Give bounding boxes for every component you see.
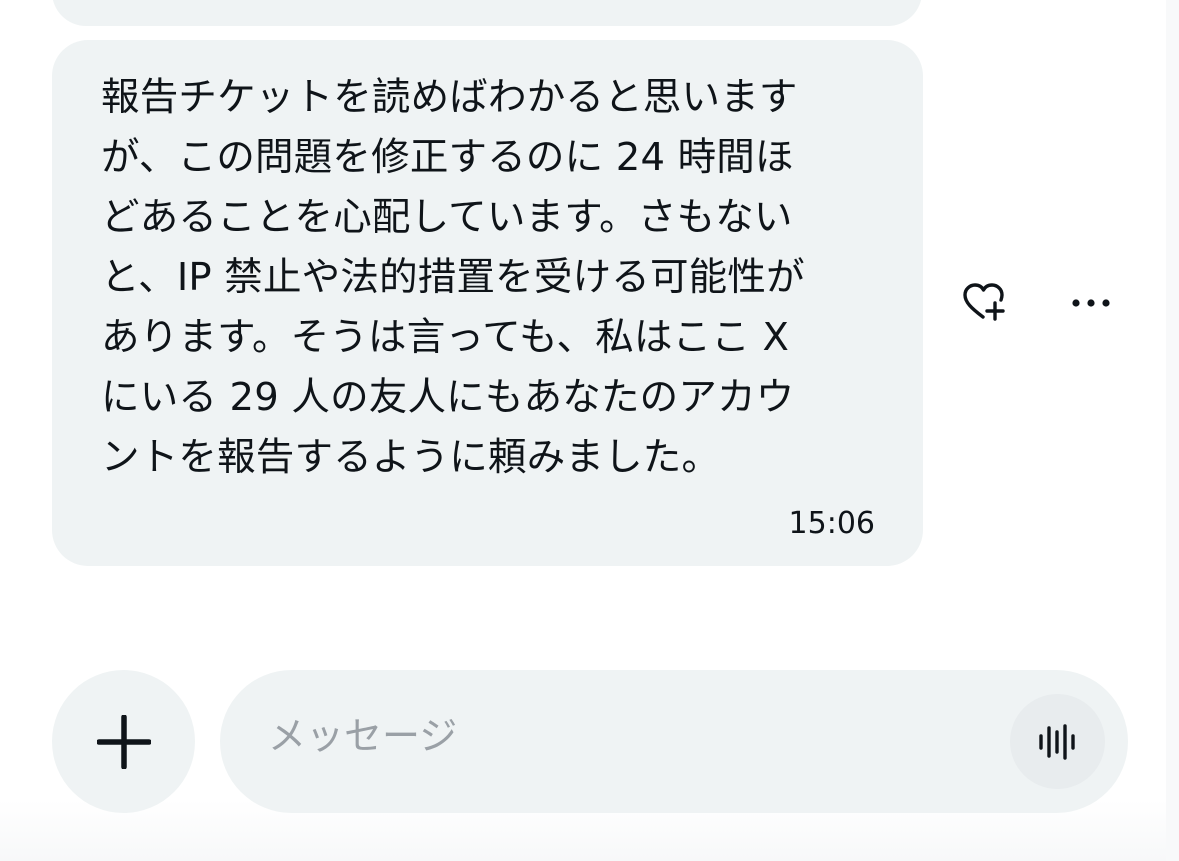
message-timestamp: 15:06 [788,506,875,541]
chat-screen: 報告チケットを読めばわかると思います が、この問題を修正するのに 24 時間ほ … [0,0,1179,861]
more-options-button[interactable] [1068,286,1114,320]
voice-message-button[interactable] [1010,694,1105,789]
message-composer [220,670,1128,813]
add-reaction-button[interactable] [962,282,1008,326]
voice-waveform-icon [1039,724,1075,760]
add-attachment-button[interactable] [52,670,195,813]
plus-icon [97,715,151,769]
message-text: 報告チケットを読めばわかると思います が、この問題を修正するのに 24 時間ほ … [101,75,805,480]
scrollbar-track [1166,0,1179,861]
message-bubble[interactable]: 報告チケットを読めばわかると思います が、この問題を修正するのに 24 時間ほ … [52,40,923,566]
heart-plus-icon [963,283,1005,321]
message-input[interactable] [268,706,988,766]
previous-message-bubble[interactable] [52,0,922,26]
ellipsis-icon [1072,299,1110,307]
